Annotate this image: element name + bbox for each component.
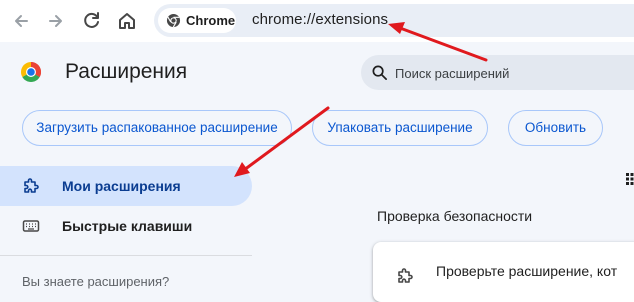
sidebar-item-my-extensions[interactable]: Мои расширения bbox=[0, 166, 252, 206]
page-title: Расширения bbox=[65, 60, 188, 83]
grid-icon[interactable] bbox=[626, 171, 634, 187]
load-unpacked-button[interactable]: Загрузить распакованное расширение bbox=[22, 110, 292, 146]
safety-check-card[interactable]: Проверьте расширение, кот bbox=[373, 242, 634, 302]
safety-check-text: Проверьте расширение, кот bbox=[436, 263, 618, 279]
url-text[interactable]: chrome://extensions bbox=[252, 11, 388, 28]
chrome-logo-icon bbox=[166, 13, 181, 28]
site-info-chip[interactable]: Chrome bbox=[158, 8, 236, 33]
address-bar[interactable]: Chrome chrome://extensions bbox=[154, 4, 634, 37]
search-input[interactable] bbox=[395, 62, 625, 84]
update-button[interactable]: Обновить bbox=[508, 110, 603, 146]
reload-icon[interactable] bbox=[79, 8, 105, 34]
sidebar-item-label: Мои расширения bbox=[62, 178, 181, 194]
sidebar-item-label: Быстрые клавиши bbox=[62, 218, 193, 234]
extension-icon bbox=[22, 177, 40, 195]
sidebar-divider bbox=[0, 255, 252, 256]
pack-extension-button[interactable]: Упаковать расширение bbox=[312, 110, 488, 146]
home-icon[interactable] bbox=[114, 8, 140, 34]
search-box[interactable] bbox=[361, 55, 634, 90]
keyboard-icon bbox=[22, 217, 40, 235]
safety-check-title: Проверка безопасности bbox=[377, 208, 533, 224]
site-chip-label: Chrome bbox=[186, 13, 236, 28]
back-icon[interactable] bbox=[8, 8, 34, 34]
forward-icon[interactable] bbox=[43, 8, 69, 34]
search-icon bbox=[371, 64, 388, 81]
sidebar-item-shortcuts[interactable]: Быстрые клавиши bbox=[0, 206, 252, 246]
chrome-logo-icon bbox=[20, 61, 42, 83]
extension-icon bbox=[396, 267, 414, 285]
browser-toolbar: Chrome chrome://extensions bbox=[0, 0, 634, 42]
